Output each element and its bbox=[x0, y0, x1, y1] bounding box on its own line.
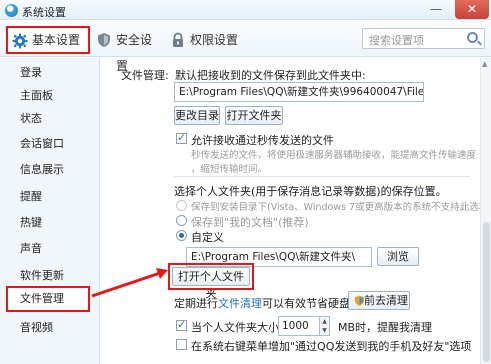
scroll-thumb[interactable] bbox=[483, 222, 490, 362]
scroll-up-arrow[interactable]: ▲ bbox=[482, 60, 487, 68]
annotation-arrow bbox=[91, 268, 168, 298]
content-scrollbar[interactable]: ▲ bbox=[480, 58, 491, 364]
